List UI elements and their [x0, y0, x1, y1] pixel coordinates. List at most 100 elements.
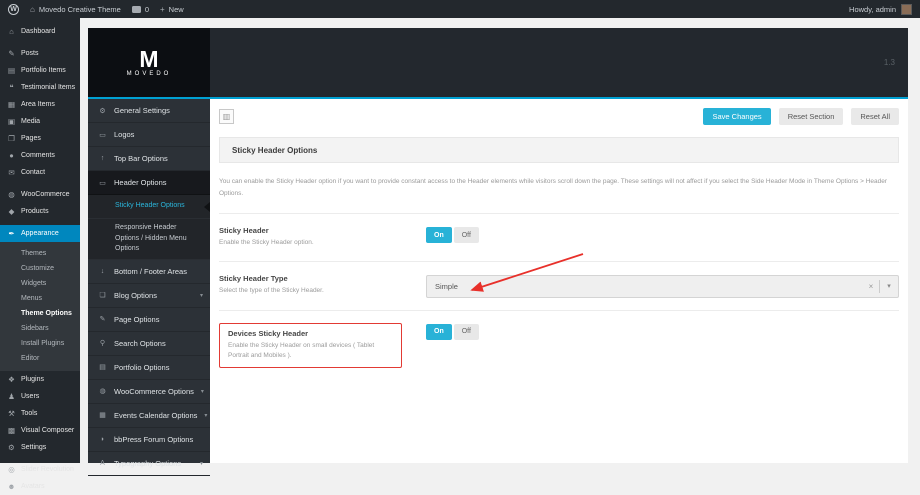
sidebar-item-slider-revolution[interactable]: ◎ Slider Revolution [0, 461, 80, 478]
collapse-panel-button[interactable]: ▥ [219, 109, 234, 124]
settings-icon: ⚙ [8, 443, 15, 452]
sidebar-item-visual-composer[interactable]: ▩ Visual Composer [0, 422, 80, 439]
submenu-item-install-plugins[interactable]: Install Plugins [21, 336, 80, 351]
sidebar-item-avatars[interactable]: ☻ Avatars [0, 478, 80, 495]
nav-bbpress-forum-options[interactable]: ◗ bbPress Forum Options [88, 428, 210, 452]
movedo-logo-mark: M [139, 45, 159, 72]
setting-row-sticky-header-type: Sticky Header Type Select the type of th… [219, 260, 899, 310]
setting-title: Sticky Header [219, 226, 269, 236]
sidebar-item-tools[interactable]: ⚒ Tools [0, 405, 80, 422]
howdy-admin[interactable]: Howdy, admin [849, 5, 896, 14]
toggle-off-button[interactable]: Off [453, 323, 479, 340]
select-value: Simple [435, 281, 458, 291]
nav-bottom-footer-areas[interactable]: ↓ Bottom / Footer Areas [88, 260, 210, 284]
slider-revolution-icon: ◎ [8, 465, 15, 474]
sidebar-item-testimonial-items[interactable]: ❝ Testimonial Items [0, 79, 80, 96]
nav-portfolio-options[interactable]: ▤ Portfolio Options [88, 356, 210, 380]
tools-icon: ⚒ [8, 409, 15, 418]
toggle-off-button[interactable]: Off [453, 227, 479, 244]
nav-label: General Settings [114, 106, 170, 115]
nav-typography-options[interactable]: A Typography Options ▾ [88, 452, 210, 476]
nav-responsive-header-options[interactable]: Responsive Header Options / Hidden Menu … [88, 219, 210, 260]
reset-all-button[interactable]: Reset All [851, 108, 899, 125]
sidebar-item-posts[interactable]: ✎ Posts [0, 45, 80, 62]
chevron-down-icon: ▾ [199, 292, 203, 299]
user-avatar[interactable] [901, 3, 912, 15]
panel-toggle-icon: ▥ [222, 112, 231, 121]
comments-icon [131, 5, 141, 13]
sidebar-item-media[interactable]: ▣ Media [0, 113, 80, 130]
nav-search-options[interactable]: ⚲ Search Options [88, 332, 210, 356]
nav-header-options[interactable]: ▭ Header Options [88, 171, 210, 195]
sticky-header-type-select[interactable]: Simple × ▾ [426, 274, 899, 298]
sidebar-item-woocommerce[interactable]: ◍ WooCommerce [0, 186, 80, 203]
setting-title: Devices Sticky Header [228, 328, 309, 338]
sidebar-item-label: Portfolio Items [21, 67, 66, 74]
chevron-down-icon: ▾ [200, 388, 204, 395]
page-title: Sticky Header Options [232, 145, 318, 155]
sidebar-item-appearance[interactable]: ✒ Appearance [0, 225, 80, 242]
sidebar-item-plugins[interactable]: ❖ Plugins [0, 371, 80, 388]
area-items-icon: ▦ [7, 100, 16, 109]
wordpress-logo-menu[interactable]: W [8, 0, 19, 18]
sidebar-item-label: Visual Composer [21, 427, 75, 434]
sidebar-item-label: Avatars [21, 483, 45, 490]
clear-selection-icon[interactable]: × [863, 282, 879, 291]
sidebar-item-products[interactable]: ◆ Products [0, 203, 80, 220]
sidebar-item-users[interactable]: ♟ Users [0, 388, 80, 405]
sidebar-item-comments[interactable]: ● Comments [0, 147, 80, 164]
submenu-item-sidebars[interactable]: Sidebars [21, 321, 80, 336]
appearance-icon: ✒ [8, 229, 15, 238]
movedo-logo: M MOVEDO [88, 28, 210, 97]
nav-logos[interactable]: ▭ Logos [88, 123, 210, 147]
sidebar-item-area-items[interactable]: ▦ Area Items [0, 96, 80, 113]
comments-menu-icon: ● [9, 151, 14, 160]
plugins-icon: ❖ [8, 375, 15, 384]
movedo-logo-text: MOVEDO [126, 70, 172, 77]
section-description: You can enable the Sticky Header option … [219, 178, 888, 197]
nav-general-settings[interactable]: ⚙ General Settings [88, 99, 210, 123]
submenu-item-customize[interactable]: Customize [21, 261, 80, 276]
setting-description: Enable the Sticky Header on small device… [228, 341, 375, 360]
nav-sticky-header-options[interactable]: Sticky Header Options [88, 195, 210, 219]
header-options-submenu: Sticky Header Options Responsive Header … [88, 195, 210, 260]
nav-blog-options[interactable]: ❏ Blog Options ▾ [88, 284, 210, 308]
woocommerce-options-icon: ◍ [99, 388, 106, 395]
nav-label: Search Options [114, 338, 166, 348]
media-icon: ▣ [7, 117, 16, 126]
sidebar-item-portfolio-items[interactable]: ▤ Portfolio Items [0, 62, 80, 79]
site-link[interactable]: ⌂ Movedo Creative Theme [30, 0, 121, 18]
theme-version: 1.3 [883, 58, 895, 67]
sidebar-item-pages[interactable]: ❐ Pages [0, 130, 80, 147]
new-content-menu[interactable]: + New [160, 0, 184, 18]
contact-icon: ✉ [8, 168, 15, 177]
nav-label: Blog Options [114, 290, 157, 300]
sidebar-item-contact[interactable]: ✉ Contact [0, 164, 80, 181]
comments-shortcut[interactable]: 0 [131, 0, 149, 18]
nav-page-options[interactable]: ✎ Page Options [88, 308, 210, 332]
toggle-on-button[interactable]: On [426, 227, 452, 244]
submenu-item-widgets[interactable]: Widgets [21, 276, 80, 291]
save-changes-button[interactable]: Save Changes [703, 108, 771, 125]
sidebar-item-settings[interactable]: ⚙ Settings [0, 439, 80, 456]
new-label: New [168, 4, 184, 14]
nav-events-calendar-options[interactable]: ▦ Events Calendar Options ▾ [88, 404, 210, 428]
submenu-item-editor[interactable]: Editor [21, 351, 80, 366]
plus-icon: + [160, 4, 165, 14]
settings-content: ▥ Save Changes Reset Section Reset All S… [210, 99, 908, 463]
submenu-item-themes[interactable]: Themes [21, 246, 80, 261]
chevron-down-icon[interactable]: ▾ [880, 282, 898, 290]
header-options-icon: ▭ [99, 179, 106, 187]
toggle-on-button[interactable]: On [426, 323, 452, 340]
setting-description: Enable the Sticky Header option. [219, 239, 314, 247]
reset-section-button[interactable]: Reset Section [778, 108, 844, 125]
submenu-item-theme-options[interactable]: Theme Options [21, 306, 80, 321]
sidebar-item-label: Comments [21, 152, 55, 159]
nav-woocommerce-options[interactable]: ◍ WooCommerce Options ▾ [88, 380, 210, 404]
home-icon: ⌂ [30, 4, 35, 14]
visual-composer-icon: ▩ [7, 426, 16, 435]
sidebar-item-dashboard[interactable]: ⌂ Dashboard [0, 23, 80, 40]
submenu-item-menus[interactable]: Menus [21, 291, 80, 306]
nav-top-bar-options[interactable]: ↑ Top Bar Options [88, 147, 210, 171]
search-options-icon: ⚲ [99, 340, 106, 347]
